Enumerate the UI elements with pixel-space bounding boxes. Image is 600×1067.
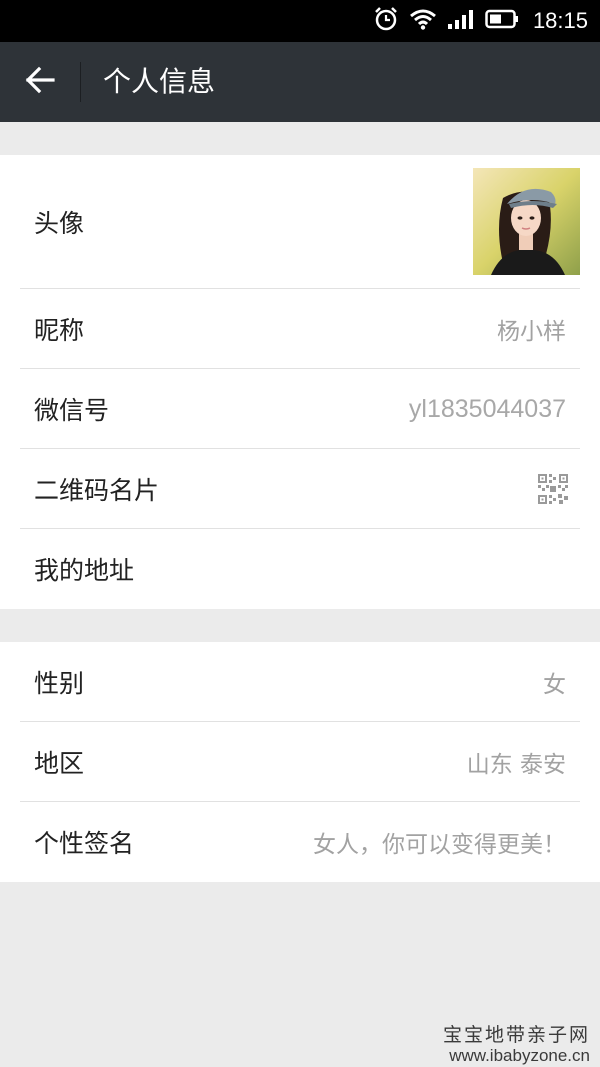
profile-group: 头像 昵称 杨小样 微信号 yl1835044037 二维码名片 我的地址 (0, 155, 600, 609)
gender-row[interactable]: 性别 女 (0, 642, 600, 722)
wifi-icon (409, 8, 437, 34)
address-label: 我的地址 (34, 556, 135, 585)
page-title: 个人信息 (103, 65, 216, 98)
signature-value: 女人，你可以变得更美！ (313, 832, 566, 858)
avatar-label: 头像 (34, 209, 85, 238)
qr-card-row[interactable]: 二维码名片 (0, 449, 600, 529)
signature-row[interactable]: 个性签名 女人，你可以变得更美！ (0, 802, 600, 882)
gender-value: 女 (543, 672, 566, 698)
avatar[interactable] (473, 168, 580, 275)
region-label: 地区 (34, 749, 85, 778)
status-bar: 18:15 (0, 0, 600, 42)
arrow-left-icon (25, 66, 55, 98)
details-group: 性别 女 地区 山东 泰安 个性签名 女人，你可以变得更美！ (0, 642, 600, 882)
region-value: 山东 泰安 (466, 752, 566, 778)
signal-icon (447, 8, 475, 34)
back-button[interactable] (0, 42, 80, 122)
wechat-id-label: 微信号 (34, 396, 110, 425)
watermark-title: 宝宝地带亲子网 (442, 1024, 590, 1046)
address-row[interactable]: 我的地址 (0, 529, 600, 609)
watermark-url: www.ibabyzone.cn (449, 1046, 590, 1065)
avatar-row[interactable]: 头像 (0, 155, 600, 289)
signature-label: 个性签名 (34, 829, 135, 858)
nickname-value: 杨小样 (497, 319, 566, 345)
qr-code-icon (538, 474, 568, 504)
nickname-row[interactable]: 昵称 杨小样 (0, 289, 600, 369)
app-bar: 个人信息 (0, 42, 600, 122)
app-bar-divider (80, 62, 81, 102)
watermark: 宝宝地带亲子网 www.ibabyzone.cn (443, 1024, 590, 1066)
status-icons: 18:15 (373, 0, 588, 42)
region-row[interactable]: 地区 山东 泰安 (0, 722, 600, 802)
battery-icon (485, 9, 519, 33)
nickname-label: 昵称 (34, 316, 85, 345)
qr-card-label: 二维码名片 (34, 476, 160, 505)
wechat-id-row[interactable]: 微信号 yl1835044037 (0, 369, 600, 449)
alarm-icon (373, 6, 399, 36)
status-time: 18:15 (532, 8, 588, 33)
gender-label: 性别 (34, 669, 85, 698)
wechat-id-value: yl1835044037 (408, 394, 566, 423)
